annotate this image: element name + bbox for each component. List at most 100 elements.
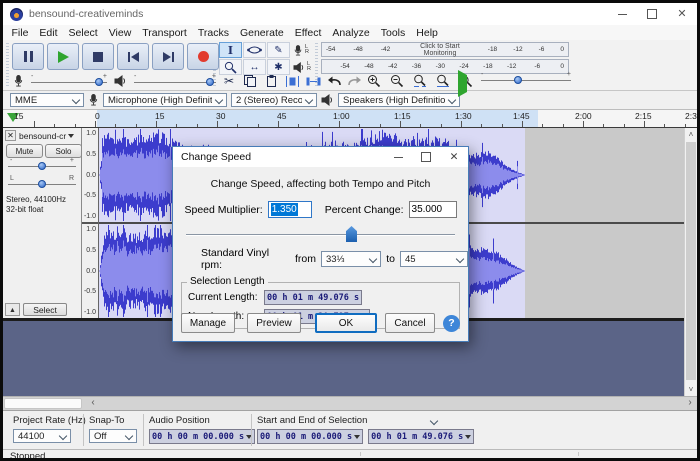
- track-control-panel[interactable]: ✕ bensound-cr Mute Solo - + L R: [3, 128, 82, 318]
- paste-button[interactable]: [261, 73, 281, 89]
- toolbar-grip[interactable]: [6, 43, 9, 87]
- timeline-tick: [237, 124, 238, 127]
- vertical-scrollbar[interactable]: ˄ ˅: [684, 128, 697, 396]
- record-button[interactable]: [187, 43, 219, 70]
- playback-meter[interactable]: -54-48-42-36-30-24-18-12-60: [321, 59, 569, 74]
- scroll-left-arrow-icon[interactable]: ‹: [87, 397, 99, 410]
- record-meter-device[interactable]: LR: [293, 42, 309, 58]
- draw-tool-button[interactable]: ✎: [267, 42, 290, 58]
- menu-tracks[interactable]: Tracks: [192, 27, 234, 39]
- dialog-minimize-button[interactable]: [384, 147, 412, 167]
- menu-transport[interactable]: Transport: [137, 27, 193, 39]
- redo-button[interactable]: [345, 73, 365, 89]
- envelope-tool-button[interactable]: [243, 42, 266, 58]
- zoom-selection-button[interactable]: [409, 73, 430, 89]
- zoom-fit-button[interactable]: [432, 73, 453, 89]
- speed-multiplier-input[interactable]: 1.350: [268, 201, 312, 218]
- silence-audio-button[interactable]: [303, 73, 323, 89]
- playback-volume-slider[interactable]: - +: [134, 75, 216, 87]
- selection-start-field[interactable]: 00 h 00 m 00.000 s: [257, 429, 363, 444]
- scroll-up-arrow-icon[interactable]: ˄: [685, 128, 697, 141]
- dialog-maximize-button[interactable]: [412, 147, 440, 167]
- timeline-ruler[interactable]: 1501530451:001:151:301:452:002:152:30: [3, 110, 697, 128]
- zoom-in-button[interactable]: [363, 73, 384, 89]
- monitor-hint-text[interactable]: Click to Start Monitoring: [408, 43, 472, 57]
- horizontal-scroll-thumb[interactable]: [4, 398, 82, 409]
- vertical-scroll-thumb[interactable]: [686, 142, 696, 380]
- pause-button[interactable]: [12, 43, 44, 70]
- percent-change-slider[interactable]: [186, 225, 455, 243]
- track-pan-slider[interactable]: L R: [8, 177, 76, 191]
- dialog-title-bar[interactable]: Change Speed ✕: [173, 147, 468, 167]
- slider-thumb[interactable]: [346, 226, 357, 242]
- playback-device-select[interactable]: Speakers (High Definition Audio: [338, 93, 460, 107]
- help-button[interactable]: ?: [443, 315, 460, 332]
- mute-button[interactable]: Mute: [6, 144, 43, 158]
- recording-channels-select[interactable]: 2 (Stereo) Recording Cha: [231, 93, 317, 107]
- ok-button[interactable]: OK: [315, 313, 377, 333]
- track-select-button[interactable]: Select: [23, 303, 67, 316]
- audacity-window: bensound-creativeminds ✕ FileEditSelectV…: [0, 0, 700, 461]
- menu-help[interactable]: Help: [411, 27, 444, 39]
- slider-thumb[interactable]: [95, 78, 103, 86]
- cancel-button[interactable]: Cancel: [385, 313, 435, 333]
- scroll-down-arrow-icon[interactable]: ˅: [685, 383, 697, 396]
- menu-analyze[interactable]: Analyze: [327, 27, 375, 39]
- horizontal-scrollbar[interactable]: ‹ ›: [3, 396, 697, 410]
- caret-down-icon: [354, 435, 360, 439]
- amplitude-label: 1.0: [86, 226, 96, 233]
- stop-button[interactable]: [82, 43, 114, 70]
- menu-edit[interactable]: Edit: [34, 27, 63, 39]
- recording-meter[interactable]: -54-48-42Click to Start Monitoring-18-12…: [321, 42, 569, 57]
- menu-tools[interactable]: Tools: [375, 27, 411, 39]
- cut-button[interactable]: ✂: [219, 73, 239, 89]
- slider-thumb[interactable]: [38, 162, 46, 170]
- menu-select[interactable]: Select: [63, 27, 103, 39]
- menu-generate[interactable]: Generate: [234, 27, 289, 39]
- dialog-close-button[interactable]: ✕: [440, 147, 468, 167]
- project-rate-select[interactable]: 44100: [13, 429, 71, 443]
- solo-button[interactable]: Solo: [45, 144, 82, 158]
- maximize-button[interactable]: [637, 3, 667, 25]
- track-name-menu[interactable]: bensound-cr: [19, 130, 79, 141]
- skip-to-start-button[interactable]: [117, 43, 149, 70]
- skip-to-end-button[interactable]: [152, 43, 184, 70]
- recording-device-select[interactable]: Microphone (High Definition Aud: [103, 93, 227, 107]
- selection-mode-select[interactable]: Start and End of Selection: [257, 414, 437, 427]
- percent-change-input[interactable]: 35.000: [409, 201, 457, 218]
- slider-thumb[interactable]: [38, 180, 46, 188]
- trim-audio-button[interactable]: [282, 73, 302, 89]
- selection-tool-button[interactable]: I: [219, 42, 242, 58]
- title-bar[interactable]: bensound-creativeminds ✕: [3, 3, 697, 25]
- current-length-field[interactable]: 00 h 01 m 49.076 s: [264, 290, 362, 305]
- audio-position-field[interactable]: 00 h 00 m 00.000 s: [149, 429, 255, 444]
- preview-button[interactable]: Preview: [247, 313, 301, 333]
- selection-end-field[interactable]: 00 h 01 m 49.076 s: [368, 429, 474, 444]
- copy-button[interactable]: [240, 73, 260, 89]
- change-speed-dialog[interactable]: Change Speed ✕ Change Speed, affecting b…: [172, 146, 469, 342]
- minimize-button[interactable]: [607, 3, 637, 25]
- track-gain-slider[interactable]: - +: [8, 159, 76, 173]
- track-close-button[interactable]: ✕: [5, 130, 16, 141]
- slider-thumb[interactable]: [206, 78, 214, 86]
- timeline-tick: [664, 124, 665, 127]
- audio-host-select[interactable]: MME: [10, 93, 84, 107]
- amplitude-ruler[interactable]: 1.00.50.0-0.5-1.0 1.00.50.0-0.5-1.0: [82, 128, 99, 318]
- track-collapse-button[interactable]: ▲: [5, 303, 20, 316]
- close-button[interactable]: ✕: [667, 3, 697, 25]
- manage-button[interactable]: Manage: [181, 313, 235, 333]
- zoom-out-button[interactable]: [386, 73, 407, 89]
- recording-volume-slider[interactable]: - +: [31, 75, 107, 87]
- menu-file[interactable]: File: [6, 27, 34, 39]
- menu-view[interactable]: View: [103, 27, 137, 39]
- scroll-right-arrow-icon[interactable]: ›: [684, 397, 696, 410]
- play-at-speed-button[interactable]: [458, 75, 467, 93]
- menu-effect[interactable]: Effect: [289, 27, 327, 39]
- vinyl-to-select[interactable]: 45: [400, 251, 468, 267]
- play-button[interactable]: [47, 43, 79, 70]
- snap-to-select[interactable]: Off: [89, 429, 137, 443]
- slider-thumb[interactable]: [514, 76, 522, 84]
- play-speed-slider[interactable]: - +: [481, 73, 571, 85]
- undo-button[interactable]: [324, 73, 344, 89]
- vinyl-from-select[interactable]: 33⅓: [321, 251, 381, 267]
